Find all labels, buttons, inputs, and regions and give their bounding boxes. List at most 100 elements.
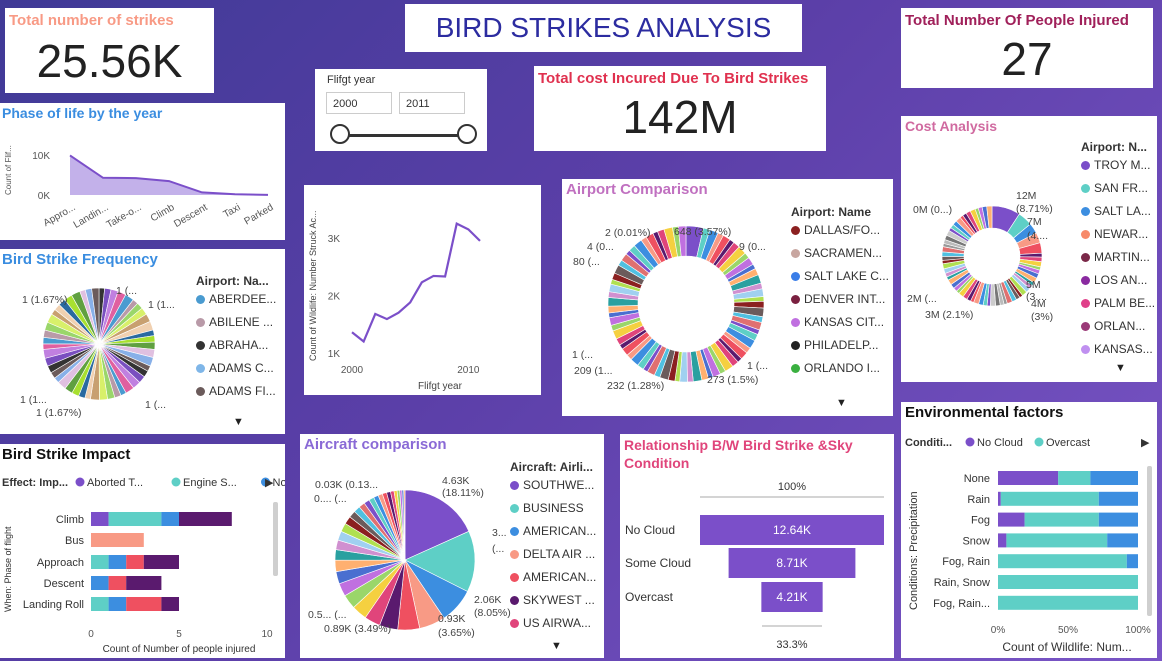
legend-item[interactable]: NEWAR... bbox=[1081, 223, 1155, 246]
legend-label: SOUTHWE... bbox=[523, 478, 595, 492]
legend-label: DELTA AIR ... bbox=[523, 547, 596, 561]
legend-swatch bbox=[510, 527, 519, 537]
legend-item[interactable]: TROY M... bbox=[1081, 154, 1155, 177]
legend-item[interactable]: LOS AN... bbox=[1081, 269, 1155, 292]
legend-item[interactable]: SAN FR... bbox=[1081, 177, 1155, 200]
legend-label: No Cloud bbox=[977, 437, 1023, 449]
environmental-factors-chart: Conditi... No Cloud Overcast ▶ None Rain Fog Sn… bbox=[905, 437, 1152, 654]
legend-item[interactable]: KANSAS... bbox=[1081, 338, 1155, 361]
legend-item[interactable]: SKYWEST ... bbox=[510, 589, 596, 612]
data-label: 2 (0.01%) bbox=[605, 227, 651, 239]
data-label: 232 (1.28%) bbox=[607, 380, 664, 392]
legend-title: Airport: Name bbox=[791, 205, 872, 219]
legend-item[interactable]: ABRAHA... bbox=[196, 334, 276, 357]
bar-segment bbox=[143, 555, 179, 569]
bar-segment bbox=[1107, 533, 1138, 548]
bar-segment bbox=[161, 597, 179, 611]
legend-item[interactable]: BUSINESS bbox=[510, 497, 596, 520]
data-label: 3M (2.1%) bbox=[925, 309, 973, 321]
data-label: 1 (... bbox=[116, 285, 137, 297]
legend-item[interactable]: DALLAS/FO... bbox=[791, 219, 889, 242]
slider-handle-start[interactable] bbox=[330, 124, 350, 144]
data-label: 2M (... bbox=[907, 293, 937, 305]
slider-handle-end[interactable] bbox=[457, 124, 477, 144]
bar-segment bbox=[998, 471, 1059, 485]
kpi-total-strikes-value: 25.56K bbox=[36, 35, 183, 87]
environmental-factors-card: Environmental factors Conditi... No Cloud… bbox=[901, 402, 1157, 658]
slider-track[interactable] bbox=[341, 134, 471, 137]
data-label: 1 (1.67%) bbox=[36, 407, 82, 419]
legend-item[interactable]: DELTA AIR ... bbox=[510, 543, 596, 566]
legend-label: SALT LA... bbox=[1094, 204, 1151, 218]
y-tick-label: Fog, Rain... bbox=[933, 598, 990, 610]
slicer-label: Flifgt year bbox=[327, 74, 376, 86]
bar-segment bbox=[1098, 491, 1138, 506]
sky-condition-card: Relationship B/W Bird Strike &Sky Condit… bbox=[620, 434, 894, 658]
bar-segment bbox=[108, 555, 127, 569]
legend-swatch bbox=[510, 573, 519, 583]
chevron-down-icon[interactable]: ▼ bbox=[233, 416, 244, 428]
legend-title: Aircraft: Airli... bbox=[510, 460, 593, 474]
legend-item[interactable]: AMERICAN... bbox=[510, 566, 596, 589]
bird-strike-impact-chart: Effect: Imp... Aborted T... Engine S... Non… bbox=[2, 477, 285, 655]
legend-item[interactable]: ORLANDO I... bbox=[791, 357, 889, 380]
bar-segment bbox=[1098, 512, 1138, 527]
funnel-value-label: 8.71K bbox=[776, 556, 807, 570]
y-tick-label: Rain, Snow bbox=[934, 577, 990, 589]
data-label: (3%) bbox=[1031, 311, 1053, 323]
legend-item[interactable]: ADAMS C... bbox=[196, 357, 276, 380]
legend-item[interactable]: ABILENE ... bbox=[196, 311, 276, 334]
legend-item[interactable]: AMERICAN... bbox=[510, 520, 596, 543]
funnel-category-label: No Cloud bbox=[625, 523, 675, 537]
legend-item[interactable]: SALT LA... bbox=[1081, 200, 1155, 223]
chevron-down-icon[interactable]: ▼ bbox=[836, 397, 847, 409]
legend-swatch bbox=[510, 550, 519, 560]
page-title: BIRD STRIKES ANALYSIS bbox=[435, 12, 772, 43]
data-label: 1 (1.67%) bbox=[22, 294, 68, 306]
data-label: 2.06K bbox=[474, 594, 501, 606]
legend-title: Airport: Na... bbox=[196, 274, 269, 288]
chevron-down-icon[interactable]: ▼ bbox=[1115, 362, 1126, 374]
legend-item[interactable]: PHILADELP... bbox=[791, 334, 889, 357]
bar-segment bbox=[91, 597, 109, 611]
legend-label: SAN FR... bbox=[1094, 181, 1149, 195]
legend-item[interactable]: DENVER INT... bbox=[791, 288, 889, 311]
legend-swatch bbox=[1081, 184, 1090, 194]
legend-item[interactable]: KANSAS CIT... bbox=[791, 311, 889, 334]
data-label: 3... bbox=[492, 527, 507, 539]
data-label: 9 (0... bbox=[739, 241, 766, 253]
legend-swatch bbox=[1081, 253, 1090, 263]
legend-item[interactable]: ORLAN... bbox=[1081, 315, 1155, 338]
legend-item[interactable]: ADAMS FI... bbox=[196, 380, 276, 403]
data-label: 12M bbox=[1016, 190, 1036, 202]
chevron-down-icon[interactable]: ▼ bbox=[551, 640, 562, 652]
data-label: 4M bbox=[1031, 298, 1046, 310]
bar-segment bbox=[998, 595, 1138, 610]
legend-item[interactable]: SACRAMEN... bbox=[791, 242, 889, 265]
phase-of-life-chart: 10K0KCount of Flif...Appro...Landin...Ta… bbox=[4, 145, 276, 231]
data-label: 1 (... bbox=[572, 349, 593, 361]
bar-segment bbox=[998, 512, 1025, 527]
legend-swatch bbox=[1081, 276, 1090, 286]
legend-item[interactable]: ABERDEE... bbox=[196, 288, 276, 311]
slicer-from-input[interactable]: 2000 bbox=[326, 92, 392, 114]
y-tick-label: Descent bbox=[44, 578, 84, 590]
y-tick-label: Fog bbox=[971, 515, 990, 527]
bar-segment bbox=[1058, 471, 1091, 485]
x-tick-label: Descent bbox=[172, 202, 209, 230]
legend-item[interactable]: MARTIN... bbox=[1081, 246, 1155, 269]
y-tick-label: Bus bbox=[65, 535, 84, 547]
legend-label: ORLAN... bbox=[1094, 319, 1146, 333]
funnel-value-label: 4.21K bbox=[776, 590, 807, 604]
y-tick-label: Fog, Rain bbox=[942, 556, 990, 568]
bar-segment bbox=[108, 512, 162, 526]
legend-item[interactable]: PALM BE... bbox=[1081, 292, 1155, 315]
bird-strike-impact-card: Bird Strike Impact Effect: Imp... Aborted… bbox=[0, 444, 285, 658]
slicer-to-input[interactable]: 2011 bbox=[399, 92, 465, 114]
y-tick-label: None bbox=[964, 473, 990, 485]
legend-item[interactable]: US AIRWA... bbox=[510, 612, 596, 635]
legend-item[interactable]: SOUTHWE... bbox=[510, 474, 596, 497]
legend-title: Conditi... bbox=[905, 437, 952, 449]
data-label: 0M (0...) bbox=[913, 204, 952, 216]
legend-item[interactable]: SALT LAKE C... bbox=[791, 265, 889, 288]
